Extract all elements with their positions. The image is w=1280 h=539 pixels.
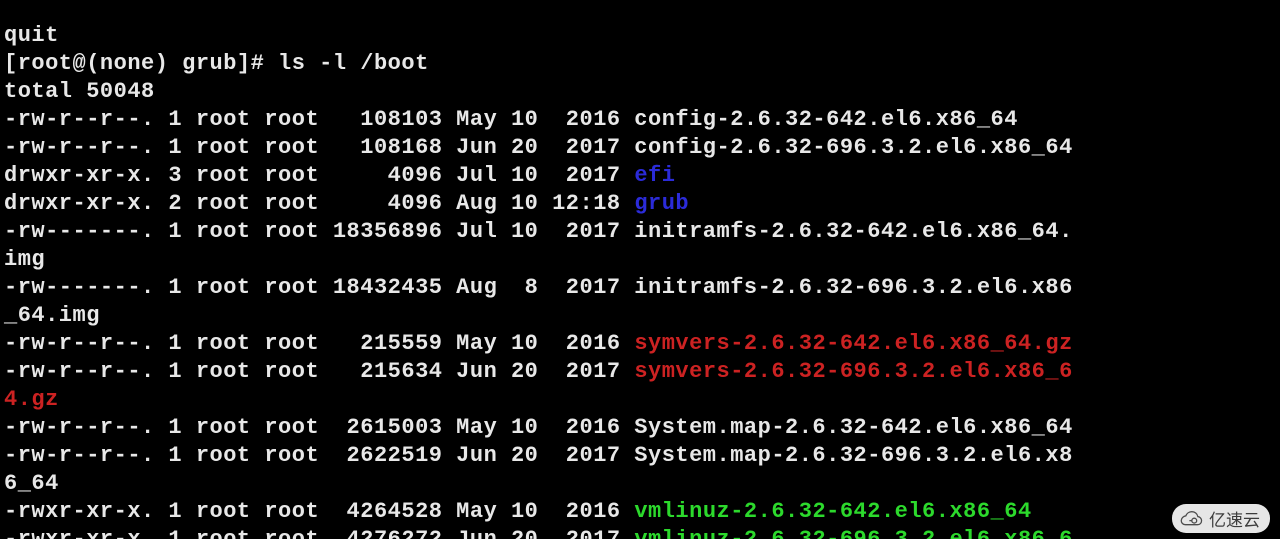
watermark-text: 亿速云 <box>1209 506 1260 531</box>
terminal-output[interactable]: quit [root@(none) grub]# ls -l /boot tot… <box>0 22 1280 539</box>
cloud-icon <box>1178 510 1204 528</box>
watermark-badge: 亿速云 <box>1172 504 1270 533</box>
